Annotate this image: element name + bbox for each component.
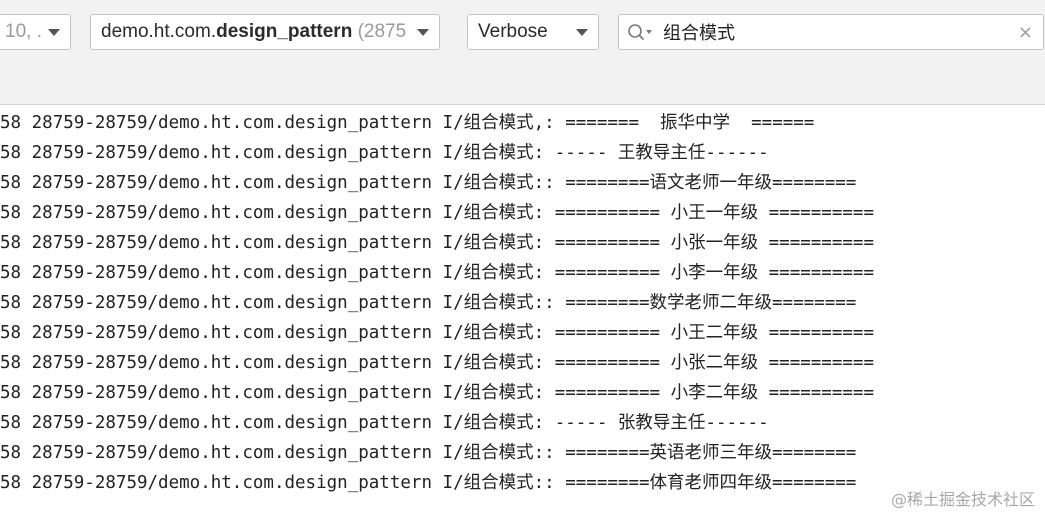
log-line-prefix: 58 bbox=[0, 173, 22, 193]
log-line[interactable]: 58 28759-28759/demo.ht.com.design_patter… bbox=[0, 258, 1045, 288]
log-line-process: 28759-28759/demo.ht.com.design_pattern bbox=[31, 203, 432, 223]
device-select-value: 10, . bbox=[5, 21, 42, 42]
close-icon[interactable]: × bbox=[1018, 22, 1033, 43]
log-search-box[interactable]: × bbox=[618, 14, 1044, 50]
log-line[interactable]: 58 28759-28759/demo.ht.com.design_patter… bbox=[0, 438, 1045, 468]
log-line-process: 28759-28759/demo.ht.com.design_pattern bbox=[31, 353, 432, 373]
log-line-process: 28759-28759/demo.ht.com.design_pattern bbox=[31, 143, 432, 163]
log-line-prefix: 58 bbox=[0, 113, 22, 133]
log-line-tag: I/组合模式 bbox=[442, 233, 534, 253]
log-line-prefix: 58 bbox=[0, 353, 22, 373]
log-line-prefix: 58 bbox=[0, 383, 22, 403]
log-line[interactable]: 58 28759-28759/demo.ht.com.design_patter… bbox=[0, 138, 1045, 168]
log-line-prefix: 58 bbox=[0, 203, 22, 223]
log-line[interactable]: 58 28759-28759/demo.ht.com.design_patter… bbox=[0, 378, 1045, 408]
log-line-message: : ========== 小李二年级 ========== bbox=[533, 383, 874, 403]
log-line-prefix: 58 bbox=[0, 233, 22, 253]
log-line[interactable]: 58 28759-28759/demo.ht.com.design_patter… bbox=[0, 228, 1045, 258]
log-line-tag: I/组合模式 bbox=[442, 143, 534, 163]
log-line-tag: I/组合模式 bbox=[442, 323, 534, 343]
log-line-tag: I/组合模式 bbox=[442, 293, 534, 313]
chevron-down-icon bbox=[417, 29, 429, 36]
log-line-message: : ----- 张教导主任------ bbox=[533, 413, 769, 433]
log-line-tag: I/组合模式 bbox=[442, 113, 534, 133]
log-line-message: :: ========体育老师四年级======== bbox=[533, 473, 857, 493]
log-line-tag: I/组合模式 bbox=[442, 383, 534, 403]
log-line-tag: I/组合模式 bbox=[442, 473, 534, 493]
log-line-tag: I/组合模式 bbox=[442, 413, 534, 433]
log-line-prefix: 58 bbox=[0, 473, 22, 493]
log-line-message: : ========== 小张一年级 ========== bbox=[533, 233, 874, 253]
log-line-prefix: 58 bbox=[0, 443, 22, 463]
log-line-process: 28759-28759/demo.ht.com.design_pattern bbox=[31, 413, 432, 433]
log-line-prefix: 58 bbox=[0, 413, 22, 433]
log-line-process: 28759-28759/demo.ht.com.design_pattern bbox=[31, 473, 432, 493]
chevron-down-icon bbox=[48, 29, 60, 36]
process-pid: (2875 bbox=[357, 21, 407, 42]
log-line-process: 28759-28759/demo.ht.com.design_pattern bbox=[31, 173, 432, 193]
log-line[interactable]: 58 28759-28759/demo.ht.com.design_patter… bbox=[0, 288, 1045, 318]
device-select[interactable]: 10, . bbox=[0, 14, 71, 50]
log-line-prefix: 58 bbox=[0, 143, 22, 163]
log-line[interactable]: 58 28759-28759/demo.ht.com.design_patter… bbox=[0, 408, 1045, 438]
log-line[interactable]: 58 28759-28759/demo.ht.com.design_patter… bbox=[0, 348, 1045, 378]
log-line-process: 28759-28759/demo.ht.com.design_pattern bbox=[31, 263, 432, 283]
log-line-message: :: ========英语老师三年级======== bbox=[533, 443, 857, 463]
log-level-select[interactable]: Verbose bbox=[467, 14, 599, 50]
log-line[interactable]: 58 28759-28759/demo.ht.com.design_patter… bbox=[0, 318, 1045, 348]
log-line-tag: I/组合模式 bbox=[442, 443, 534, 463]
log-line-process: 28759-28759/demo.ht.com.design_pattern bbox=[31, 383, 432, 403]
log-line-message: ,: ======= 振华中学 ====== bbox=[533, 113, 815, 133]
log-line-prefix: 58 bbox=[0, 263, 22, 283]
log-output[interactable]: 58 28759-28759/demo.ht.com.design_patter… bbox=[0, 108, 1045, 498]
log-line-prefix: 58 bbox=[0, 323, 22, 343]
log-line-process: 28759-28759/demo.ht.com.design_pattern bbox=[31, 323, 432, 343]
log-line-message: :: ========语文老师一年级======== bbox=[533, 173, 857, 193]
log-line-prefix: 58 bbox=[0, 293, 22, 313]
chevron-down-icon bbox=[576, 29, 588, 36]
log-line[interactable]: 58 28759-28759/demo.ht.com.design_patter… bbox=[0, 198, 1045, 228]
log-line-tag: I/组合模式 bbox=[442, 173, 534, 193]
log-level-value: Verbose bbox=[478, 21, 548, 42]
log-line-process: 28759-28759/demo.ht.com.design_pattern bbox=[31, 113, 432, 133]
log-line-message: : ========== 小王二年级 ========== bbox=[533, 323, 874, 343]
log-line[interactable]: 58 28759-28759/demo.ht.com.design_patter… bbox=[0, 108, 1045, 138]
search-icon[interactable] bbox=[627, 23, 653, 41]
log-line[interactable]: 58 28759-28759/demo.ht.com.design_patter… bbox=[0, 168, 1045, 198]
log-line-process: 28759-28759/demo.ht.com.design_pattern bbox=[31, 443, 432, 463]
log-line-process: 28759-28759/demo.ht.com.design_pattern bbox=[31, 293, 432, 313]
process-select[interactable]: demo.ht.com.design_pattern (2875 bbox=[90, 14, 440, 50]
log-line-message: : ========== 小王一年级 ========== bbox=[533, 203, 874, 223]
search-input[interactable] bbox=[663, 15, 1003, 49]
log-line-tag: I/组合模式 bbox=[442, 203, 534, 223]
log-line-message: : ========== 小李一年级 ========== bbox=[533, 263, 874, 283]
log-line-tag: I/组合模式 bbox=[442, 263, 534, 283]
logcat-toolbar: 10, . demo.ht.com.design_pattern (2875 V… bbox=[0, 0, 1045, 105]
package-prefix: demo.ht.com. bbox=[101, 21, 217, 42]
package-name: design_pattern bbox=[216, 21, 353, 42]
log-line-message: : ========== 小张二年级 ========== bbox=[533, 353, 874, 373]
log-line-tag: I/组合模式 bbox=[442, 353, 534, 373]
log-line-process: 28759-28759/demo.ht.com.design_pattern bbox=[31, 233, 432, 253]
watermark: @稀土掘金技术社区 bbox=[888, 486, 1037, 510]
log-line-message: :: ========数学老师二年级======== bbox=[533, 293, 857, 313]
log-line-message: : ----- 王教导主任------ bbox=[533, 143, 769, 163]
process-select-value: demo.ht.com.design_pattern (2875 bbox=[101, 15, 406, 49]
